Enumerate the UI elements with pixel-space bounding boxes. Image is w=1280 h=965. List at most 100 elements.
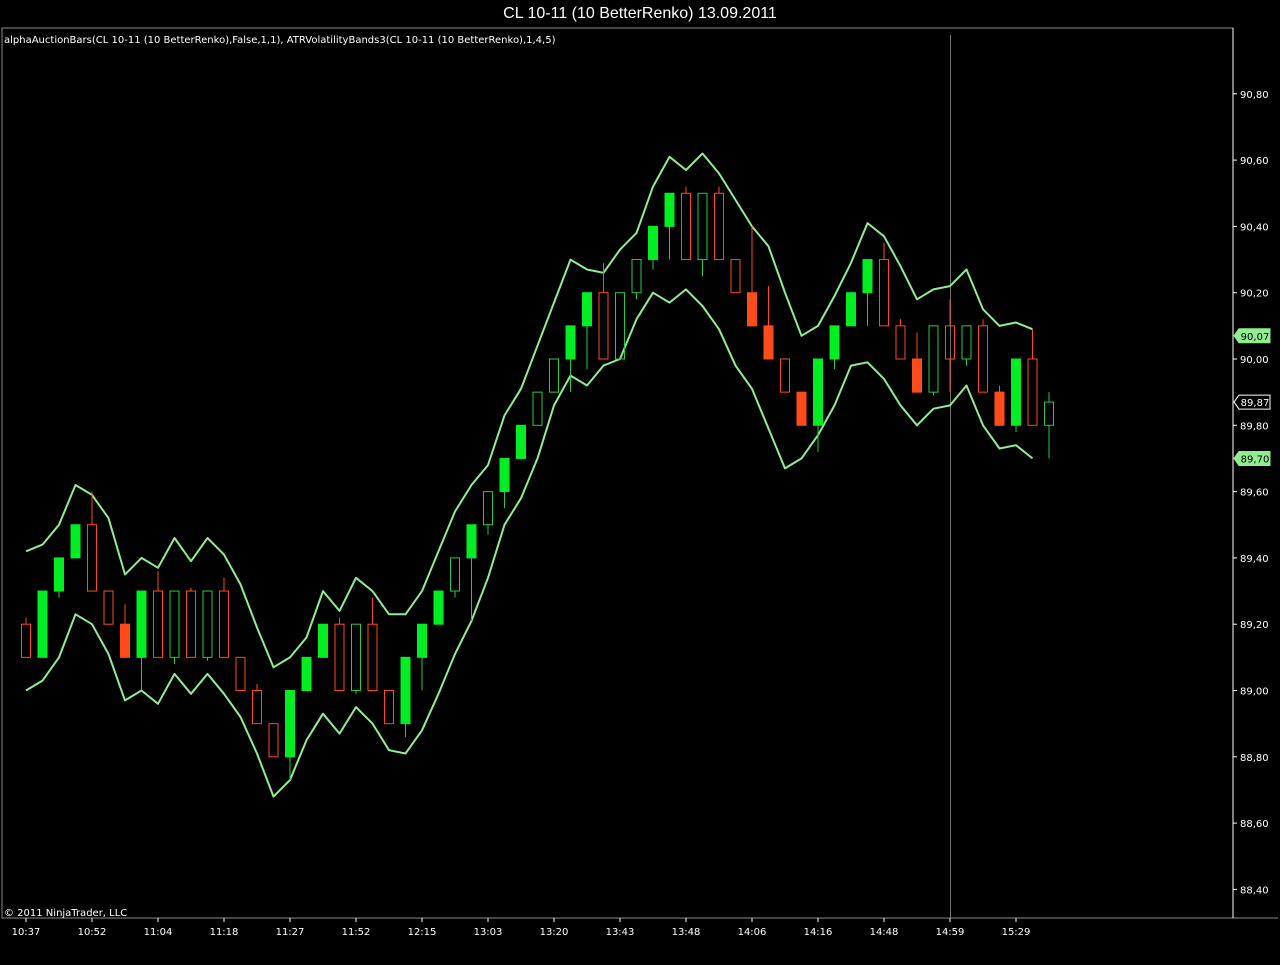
candle-bar <box>202 590 213 661</box>
y-tick-label: 90,40 <box>1240 222 1269 233</box>
candle-bar <box>895 319 906 360</box>
candle-body <box>235 656 246 691</box>
y-tick-label: 89,00 <box>1240 687 1269 698</box>
candle-bar <box>862 259 873 326</box>
y-tick-label: 90,00 <box>1240 355 1269 366</box>
copyright-label: © 2011 NinjaTrader, LLC <box>4 908 127 919</box>
x-tick-label: 13:43 <box>606 927 635 938</box>
price-marker-label: 89,87 <box>1241 398 1270 409</box>
x-tick-label: 11:18 <box>210 927 239 938</box>
candle-bar <box>219 577 229 658</box>
candle-body <box>582 292 592 327</box>
x-tick-label: 13:20 <box>540 927 569 938</box>
candle-bar <box>846 292 856 327</box>
candle-body <box>994 391 1005 426</box>
candle-bar <box>912 332 922 393</box>
y-tick-label: 89,40 <box>1240 554 1269 565</box>
candle-bar <box>879 242 889 327</box>
price-marker-label: 90,07 <box>1241 332 1270 343</box>
candle-bar <box>681 186 691 261</box>
candle-bar <box>285 690 295 781</box>
candle-body <box>796 391 807 426</box>
price-marker: 89,70 <box>1233 450 1271 466</box>
x-tick-label: 13:03 <box>474 927 503 938</box>
candle-body <box>714 192 724 261</box>
candle-bar <box>235 656 246 691</box>
candle-body <box>928 325 939 393</box>
candle-bar <box>186 587 196 658</box>
x-tick-label: 14:48 <box>870 927 899 938</box>
candle-body <box>70 524 81 559</box>
candle-body <box>301 656 312 691</box>
candle-bar <box>813 358 823 452</box>
y-tick-label: 89,20 <box>1240 620 1269 631</box>
candle-body <box>648 225 658 261</box>
candle-bar <box>252 683 262 725</box>
y-tick-label: 88,40 <box>1240 885 1269 896</box>
candle-body <box>763 325 774 360</box>
y-tick-label: 89,80 <box>1240 421 1269 432</box>
volatility-bands <box>25 152 1034 798</box>
candle-body <box>103 590 114 625</box>
candle-body <box>202 590 213 658</box>
candle-bar <box>367 597 378 692</box>
candle-bar <box>631 259 642 300</box>
candle-body <box>367 623 378 692</box>
candle-body <box>153 590 163 658</box>
candle-body <box>978 325 988 393</box>
y-tick-label: 88,60 <box>1240 819 1269 830</box>
candle-bar <box>829 325 840 369</box>
candle-bar <box>87 491 97 592</box>
candle-bar <box>994 385 1005 426</box>
candle-bar <box>928 325 939 396</box>
candle-body <box>351 623 361 692</box>
candle-body <box>549 358 559 393</box>
candle-body <box>483 491 493 526</box>
candle-bar <box>714 186 724 261</box>
candle-bar <box>136 590 147 691</box>
y-tick-label: 90,60 <box>1240 156 1269 167</box>
candle-body <box>664 192 675 227</box>
candle-body <box>120 623 130 658</box>
candle-body <box>1011 358 1021 426</box>
chart-canvas[interactable]: 88,40 88,60 88,80 89,00 89,20 89,40 89,60 89,80… <box>0 0 1280 965</box>
candle-body <box>252 690 262 725</box>
candle-body <box>780 358 790 393</box>
x-tick-label: 14:06 <box>738 927 767 938</box>
candle-bar <box>384 690 394 725</box>
price-axis: 88,40 88,60 88,80 89,00 89,20 89,40 89,60 89,80… <box>1233 90 1269 896</box>
price-marker-label: 89,70 <box>1241 454 1270 465</box>
x-tick-label: 12:15 <box>408 927 437 938</box>
candle-bar <box>796 391 807 426</box>
candle-bar <box>268 723 279 758</box>
y-tick-label: 90,80 <box>1240 90 1269 101</box>
candle-body <box>219 590 229 658</box>
candle-bar <box>301 656 312 691</box>
time-axis: 10:37 10:52 11:04 11:18 11:27 11:52 12:15 13:03… <box>12 918 1030 938</box>
candle-body <box>879 259 889 327</box>
y-tick-label: 90,20 <box>1240 289 1269 300</box>
indicator-label: alphaAuctionBars(CL 10-11 (10 BetterRenk… <box>4 35 556 46</box>
y-tick-label: 88,80 <box>1240 753 1269 764</box>
candle-bar <box>747 226 757 327</box>
candle-body <box>450 557 460 592</box>
candle-body <box>631 259 642 294</box>
candle-body <box>334 623 345 692</box>
candle-bar <box>532 391 543 426</box>
candle-bar <box>1011 358 1021 432</box>
candle-bar <box>598 262 609 360</box>
candle-bar <box>450 557 460 598</box>
x-tick-label: 13:48 <box>672 927 701 938</box>
price-markers: 90,07 89,87 89,70 <box>1233 328 1271 466</box>
candle-body <box>813 358 823 426</box>
candle-bar <box>499 457 510 509</box>
plot-frame <box>1 27 1234 919</box>
candle-bar <box>483 491 493 535</box>
candle-body <box>1044 401 1054 426</box>
candle-bar <box>582 292 592 369</box>
candle-bar <box>433 590 444 625</box>
candle-bar <box>978 319 988 393</box>
candle-body <box>697 192 708 261</box>
candle-body <box>912 358 922 393</box>
candle-bar <box>697 192 708 277</box>
